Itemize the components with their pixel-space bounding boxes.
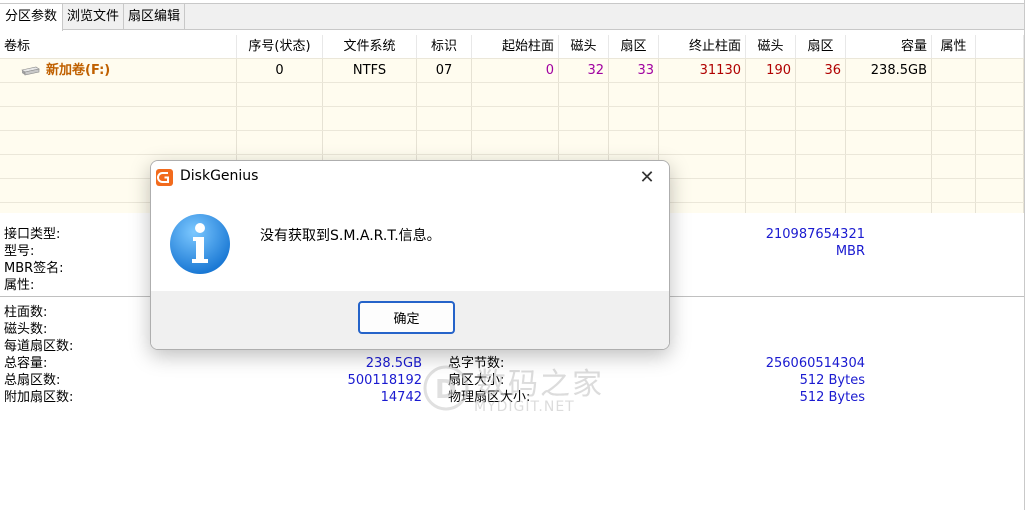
col-header-capacity[interactable]: 容量 bbox=[846, 35, 932, 58]
smart-info-dialog: DiskGenius ✕ 没有获取到S.M.A.R.T.信息。 确定 bbox=[150, 160, 670, 350]
table-header: 卷标 序号(状态) 文件系统 标识 起始柱面 磁头 扇区 终止柱面 磁头 扇区 … bbox=[0, 35, 1024, 58]
col-header-end-sector[interactable]: 扇区 bbox=[796, 35, 846, 58]
total-capacity-label: 总容量: bbox=[4, 356, 48, 371]
sector-size-value: 512 Bytes bbox=[799, 373, 865, 388]
mydigit-watermark: D 数码之家 MYDIGIT.NET bbox=[418, 357, 618, 419]
mbr-signature-label: MBR签名: bbox=[4, 261, 64, 276]
close-icon[interactable]: ✕ bbox=[631, 165, 663, 191]
table-row bbox=[0, 130, 1024, 154]
partition-end-cylinder: 31130 bbox=[659, 59, 746, 82]
tab-sector-editor[interactable]: 扇区编辑 bbox=[124, 4, 186, 29]
physical-sector-size-value: 512 Bytes bbox=[799, 390, 865, 405]
additional-sectors-value: 14742 bbox=[380, 390, 422, 405]
sectors-per-track-label: 每道扇区数: bbox=[4, 339, 74, 354]
volume-label: 新加卷(F:) bbox=[46, 63, 111, 78]
diskgenius-main: 分区参数 浏览文件 扇区编辑 卷标 序号(状态) 文件系统 标识 起始柱面 磁头… bbox=[0, 0, 1025, 510]
partition-id: 07 bbox=[417, 59, 472, 82]
partition-start-head: 32 bbox=[559, 59, 609, 82]
volume-label-cell: 新加卷(F:) bbox=[0, 59, 237, 82]
tab-partition-params[interactable]: 分区参数 bbox=[0, 4, 64, 31]
col-header-label[interactable]: 卷标 bbox=[0, 35, 237, 58]
dialog-title: DiskGenius bbox=[180, 168, 259, 184]
partition-end-head: 190 bbox=[746, 59, 796, 82]
info-icon bbox=[170, 214, 230, 274]
tab-browse-files[interactable]: 浏览文件 bbox=[63, 4, 125, 29]
dialog-body: 没有获取到S.M.A.R.T.信息。 确定 bbox=[151, 193, 669, 349]
col-header-filesystem[interactable]: 文件系统 bbox=[323, 35, 417, 58]
heads-label: 磁头数: bbox=[4, 322, 48, 337]
partition-extra bbox=[976, 59, 1024, 82]
partition-filesystem: NTFS bbox=[323, 59, 417, 82]
dialog-message: 没有获取到S.M.A.R.T.信息。 bbox=[260, 228, 441, 244]
col-header-start-head[interactable]: 磁头 bbox=[559, 35, 609, 58]
attributes-label: 属性: bbox=[4, 278, 35, 293]
table-row[interactable]: 新加卷(F:) 0 NTFS 07 0 32 33 31130 190 36 2… bbox=[0, 58, 1024, 82]
col-header-start-cylinder[interactable]: 起始柱面 bbox=[472, 35, 559, 58]
dialog-titlebar[interactable]: DiskGenius ✕ bbox=[151, 161, 669, 193]
col-header-index[interactable]: 序号(状态) bbox=[237, 35, 323, 58]
partition-start-sector: 33 bbox=[609, 59, 659, 82]
diskgenius-logo-icon bbox=[156, 169, 173, 186]
svg-text:D: D bbox=[435, 375, 457, 405]
col-header-start-sector[interactable]: 扇区 bbox=[609, 35, 659, 58]
partition-index: 0 bbox=[237, 59, 323, 82]
watermark-url: MYDIGIT.NET bbox=[474, 399, 575, 415]
table-row bbox=[0, 106, 1024, 130]
partition-end-sector: 36 bbox=[796, 59, 846, 82]
ok-button[interactable]: 确定 bbox=[358, 301, 455, 334]
col-header-id[interactable]: 标识 bbox=[417, 35, 472, 58]
total-sectors-label: 总扇区数: bbox=[4, 373, 61, 388]
total-bytes-value: 256060514304 bbox=[765, 356, 865, 371]
watermark-logo-icon: D bbox=[423, 365, 469, 411]
partition-style-value: MBR bbox=[835, 244, 865, 259]
dialog-footer: 确定 bbox=[151, 291, 669, 349]
serial-number-value: 210987654321 bbox=[765, 227, 865, 242]
col-header-attr[interactable]: 属性 bbox=[932, 35, 976, 58]
drive-icon bbox=[21, 66, 40, 75]
col-header-end-cylinder[interactable]: 终止柱面 bbox=[659, 35, 746, 58]
cylinders-label: 柱面数: bbox=[4, 305, 48, 320]
additional-sectors-label: 附加扇区数: bbox=[4, 390, 74, 405]
partition-attr bbox=[932, 59, 976, 82]
total-capacity-value: 238.5GB bbox=[365, 356, 422, 371]
total-sectors-value: 500118192 bbox=[347, 373, 422, 388]
watermark-text: 数码之家 bbox=[476, 367, 604, 402]
tab-bar: 分区参数 浏览文件 扇区编辑 bbox=[0, 3, 1024, 31]
model-label: 型号: bbox=[4, 244, 35, 259]
partition-start-cylinder: 0 bbox=[472, 59, 559, 82]
col-header-extra bbox=[976, 35, 1024, 58]
table-row bbox=[0, 82, 1024, 106]
partition-capacity: 238.5GB bbox=[846, 59, 932, 82]
interface-type-label: 接口类型: bbox=[4, 227, 61, 242]
col-header-end-head[interactable]: 磁头 bbox=[746, 35, 796, 58]
